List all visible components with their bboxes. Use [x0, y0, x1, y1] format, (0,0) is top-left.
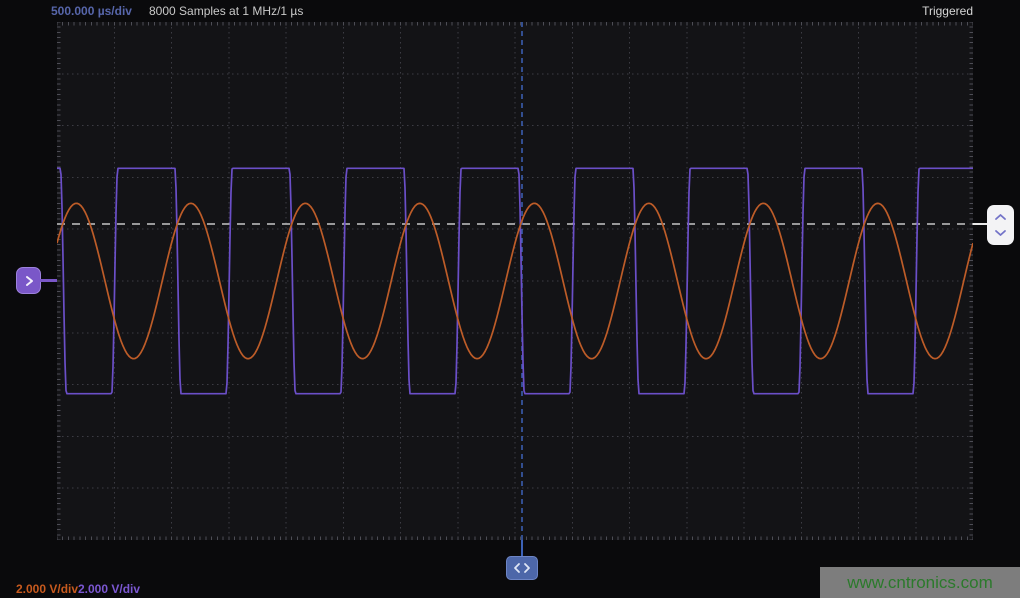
channel2-scale-label: 2.000 V/div: [78, 582, 140, 596]
waveform-canvas: [57, 22, 973, 540]
timebase-label: 500.000 µs/div: [51, 4, 132, 18]
chevron-right-icon: [23, 274, 35, 288]
trigger-level-connector: [973, 223, 988, 225]
trigger-level-down-button[interactable]: [991, 227, 1010, 240]
chevron-up-icon: [994, 213, 1007, 221]
watermark: www.cntronics.com: [820, 567, 1020, 598]
watermark-text: www.cntronics.com: [847, 573, 992, 593]
scope-plot[interactable]: [57, 22, 973, 540]
trigger-level-stepper[interactable]: [987, 205, 1014, 245]
trigger-position-connector: [521, 540, 523, 556]
channel1-scale-label: 2.000 V/div: [16, 582, 78, 596]
oscilloscope-app: 500.000 µs/div 8000 Samples at 1 MHz/1 µ…: [0, 0, 1020, 598]
chevron-left-right-icon: [511, 562, 533, 574]
channel2-marker-line: [40, 279, 57, 282]
trigger-level-up-button[interactable]: [991, 211, 1010, 224]
chevron-down-icon: [994, 229, 1007, 237]
trigger-status-label: Triggered: [922, 4, 973, 18]
trigger-position-button[interactable]: [506, 556, 538, 580]
channel1-sine-trace: [57, 203, 973, 358]
channel2-position-marker[interactable]: [16, 267, 41, 294]
samples-label: 8000 Samples at 1 MHz/1 µs: [149, 4, 303, 18]
